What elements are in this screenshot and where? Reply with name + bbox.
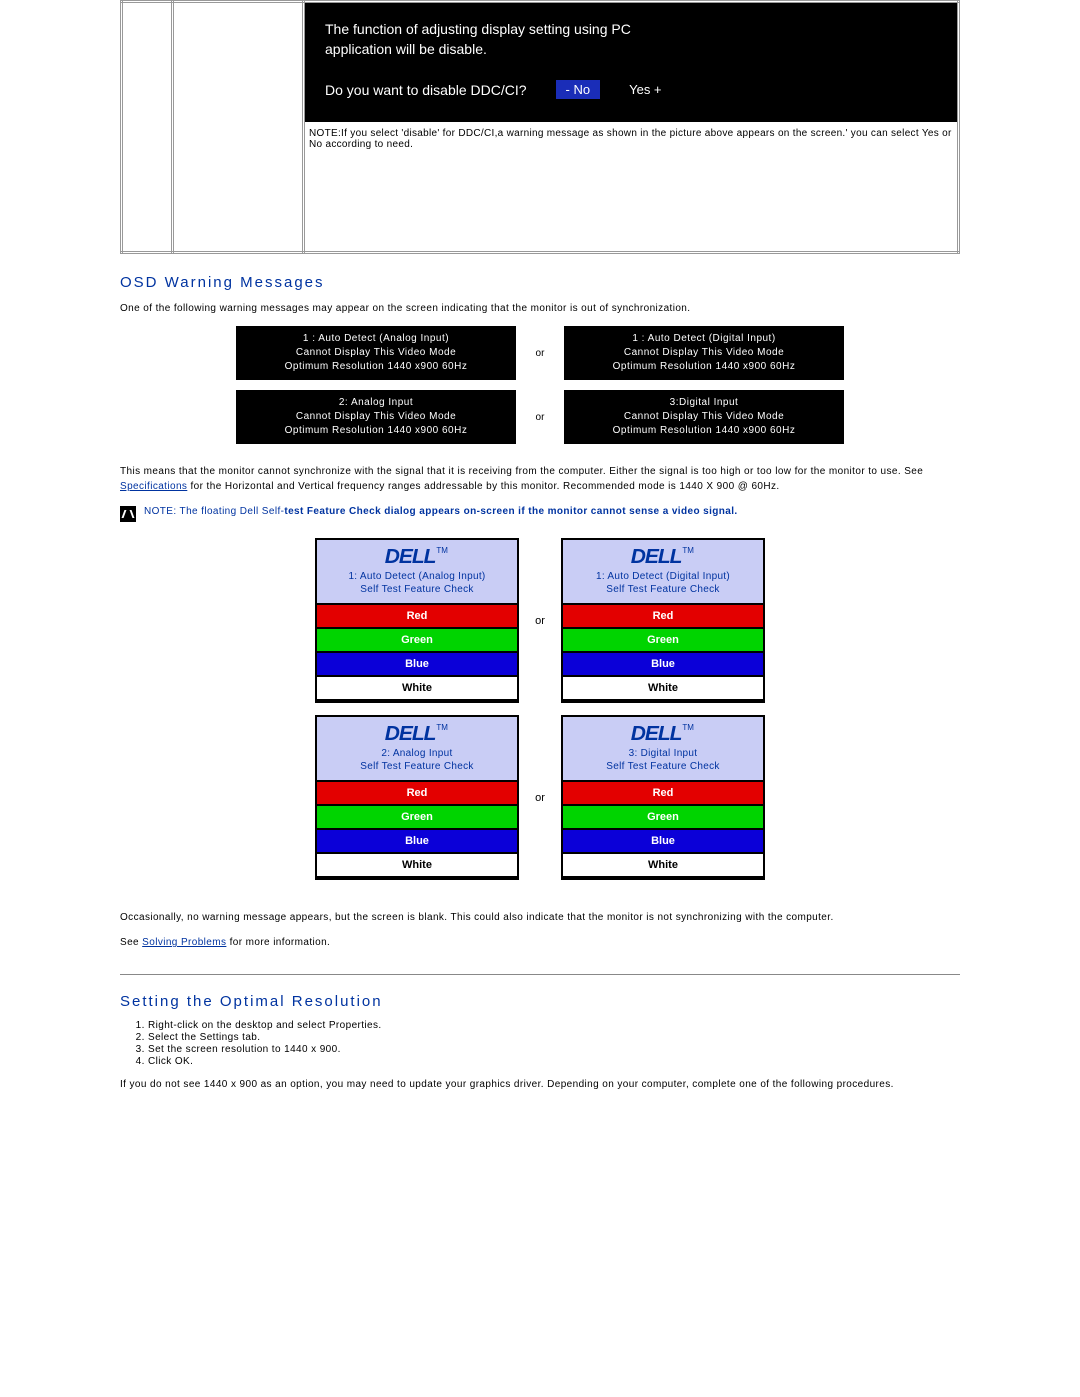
note-icon (120, 506, 136, 522)
red-bar: Red (563, 605, 763, 629)
top-table: The function of adjusting display settin… (120, 0, 960, 254)
st4-sub1: 3: Digital Input (567, 748, 759, 759)
warn-or-2: or (516, 390, 564, 444)
selftest-box-1: DELLTM 1: Auto Detect (Analog Input) Sel… (315, 538, 519, 703)
step-2: Select the Settings tab. (148, 1032, 960, 1043)
warn3-l1: 2: Analog Input (246, 396, 506, 410)
warn1-l2: Cannot Display This Video Mode (246, 346, 506, 360)
blue-bar: Blue (563, 830, 763, 854)
st4-sub2: Self Test Feature Check (567, 761, 759, 772)
top-table-col1 (122, 2, 173, 253)
warning-message-table: 1 : Auto Detect (Analog Input) Cannot Di… (236, 326, 844, 444)
st-or-2: or (519, 715, 561, 880)
heading-optimal-resolution: Setting the Optimal Resolution (120, 993, 960, 1010)
selftest-table: DELLTM 1: Auto Detect (Analog Input) Sel… (315, 538, 765, 880)
warn4-l3: Optimum Resolution 1440 x900 60Hz (574, 424, 834, 438)
warn2-l3: Optimum Resolution 1440 x900 60Hz (574, 360, 834, 374)
white-bar: White (563, 854, 763, 878)
see-pre: See (120, 937, 142, 948)
white-bar: White (317, 854, 517, 878)
ddc-note: NOTE:If you select 'disable' for DDC/CI,… (305, 122, 957, 154)
note-text: NOTE: The floating Dell Self-test Featur… (144, 506, 738, 517)
ddc-dialog: The function of adjusting display settin… (305, 3, 957, 122)
white-bar: White (563, 677, 763, 701)
warn-box-2: 1 : Auto Detect (Digital Input) Cannot D… (564, 326, 844, 380)
warn1-l3: Optimum Resolution 1440 x900 60Hz (246, 360, 506, 374)
warn-box-3: 2: Analog Input Cannot Display This Vide… (236, 390, 516, 444)
ddc-line1: The function of adjusting display settin… (325, 21, 937, 37)
st1-sub2: Self Test Feature Check (321, 584, 513, 595)
sync-post: for the Horizontal and Vertical frequenc… (191, 481, 780, 492)
green-bar: Green (563, 629, 763, 653)
step-4: Click OK. (148, 1056, 960, 1067)
warn-box-1: 1 : Auto Detect (Analog Input) Cannot Di… (236, 326, 516, 380)
tm-label: TM (436, 723, 448, 732)
red-bar: Red (317, 782, 517, 806)
dell-logo-icon: DELL (385, 723, 436, 746)
see-post: for more information. (230, 937, 331, 948)
selftest-box-4: DELLTM 3: Digital Input Self Test Featur… (561, 715, 765, 880)
blank-paragraph: Occasionally, no warning message appears… (120, 910, 960, 925)
green-bar: Green (563, 806, 763, 830)
dell-logo-icon: DELL (631, 546, 682, 569)
red-bar: Red (317, 605, 517, 629)
tm-label: TM (682, 723, 694, 732)
warn3-l3: Optimum Resolution 1440 x900 60Hz (246, 424, 506, 438)
solving-problems-link[interactable]: Solving Problems (142, 937, 226, 948)
see-problems: See Solving Problems for more informatio… (120, 935, 960, 950)
step-3: Set the screen resolution to 1440 x 900. (148, 1044, 960, 1055)
blue-bar: Blue (317, 830, 517, 854)
note-pre: NOTE: The floating Dell Self- (144, 506, 284, 517)
ddc-question: Do you want to disable DDC/CI? (325, 82, 527, 98)
step-1: Right-click on the desktop and select Pr… (148, 1020, 960, 1031)
top-table-col3: The function of adjusting display settin… (304, 2, 959, 253)
no-button[interactable]: - No (555, 79, 602, 100)
tm-label: TM (436, 546, 448, 555)
yes-button[interactable]: Yes + (629, 82, 661, 97)
selftest-note: NOTE: The floating Dell Self-test Featur… (120, 506, 960, 522)
red-bar: Red (563, 782, 763, 806)
warn2-l1: 1 : Auto Detect (Digital Input) (574, 332, 834, 346)
warn3-l2: Cannot Display This Video Mode (246, 410, 506, 424)
selftest-box-3: DELLTM 2: Analog Input Self Test Feature… (315, 715, 519, 880)
specifications-link[interactable]: Specifications (120, 481, 187, 492)
resolution-steps: Right-click on the desktop and select Pr… (120, 1020, 960, 1067)
green-bar: Green (317, 629, 517, 653)
st-or-1: or (519, 538, 561, 703)
warn-box-4: 3:Digital Input Cannot Display This Vide… (564, 390, 844, 444)
st3-sub1: 2: Analog Input (321, 748, 513, 759)
tm-label: TM (682, 546, 694, 555)
ddc-line2: application will be disable. (325, 41, 937, 57)
selftest-box-2: DELLTM 1: Auto Detect (Digital Input) Se… (561, 538, 765, 703)
green-bar: Green (317, 806, 517, 830)
warn4-l2: Cannot Display This Video Mode (574, 410, 834, 424)
sync-pre: This means that the monitor cannot synch… (120, 466, 923, 477)
blue-bar: Blue (563, 653, 763, 677)
resolution-paragraph: If you do not see 1440 x 900 as an optio… (120, 1077, 960, 1092)
st2-sub1: 1: Auto Detect (Digital Input) (567, 571, 759, 582)
top-table-col2 (173, 2, 304, 253)
blue-bar: Blue (317, 653, 517, 677)
warn-or-1: or (516, 326, 564, 380)
white-bar: White (317, 677, 517, 701)
st3-sub2: Self Test Feature Check (321, 761, 513, 772)
osd-intro-text: One of the following warning messages ma… (120, 301, 960, 316)
dell-logo-icon: DELL (631, 723, 682, 746)
st1-sub1: 1: Auto Detect (Analog Input) (321, 571, 513, 582)
warn2-l2: Cannot Display This Video Mode (574, 346, 834, 360)
note-bold: test Feature Check dialog appears on-scr… (284, 506, 737, 517)
sync-paragraph: This means that the monitor cannot synch… (120, 464, 960, 494)
st2-sub2: Self Test Feature Check (567, 584, 759, 595)
warn4-l1: 3:Digital Input (574, 396, 834, 410)
dell-logo-icon: DELL (385, 546, 436, 569)
heading-osd-warning: OSD Warning Messages (120, 274, 960, 291)
section-divider (120, 974, 960, 975)
warn1-l1: 1 : Auto Detect (Analog Input) (246, 332, 506, 346)
